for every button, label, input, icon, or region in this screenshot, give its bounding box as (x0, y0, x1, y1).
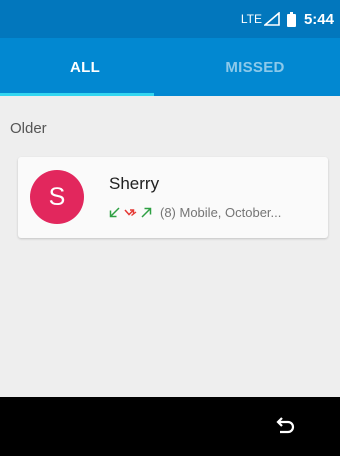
battery-icon (286, 11, 296, 27)
call-log-entry[interactable]: S Sherry (8) Mobile, October... (18, 157, 328, 238)
tab-all[interactable]: ALL (0, 38, 170, 96)
back-button[interactable] (268, 412, 304, 442)
missed-call-icon (124, 207, 137, 218)
contact-name: Sherry (109, 174, 160, 193)
tab-missed-label: MISSED (225, 58, 285, 76)
section-header: Older (10, 120, 47, 137)
call-log: Older S Sherry (8) Mobile, October... (0, 96, 340, 397)
clock: 5:44 (303, 10, 334, 28)
signal-icon (263, 12, 280, 26)
call-details: (8) Mobile, October... (109, 205, 324, 220)
call-summary: (8) Mobile, October... (160, 205, 282, 220)
tab-bar: ALL MISSED (0, 38, 340, 96)
status-bar: LTE 5:44 (0, 0, 340, 38)
outgoing-call-icon (141, 207, 152, 218)
back-icon (275, 416, 297, 438)
avatar[interactable]: S (30, 170, 84, 224)
navigation-bar (0, 397, 340, 456)
tab-missed[interactable]: MISSED (170, 38, 340, 96)
network-type: LTE (240, 12, 262, 26)
tab-all-label: ALL (69, 58, 101, 76)
avatar-letter: S (48, 182, 66, 211)
incoming-call-icon (109, 207, 120, 218)
